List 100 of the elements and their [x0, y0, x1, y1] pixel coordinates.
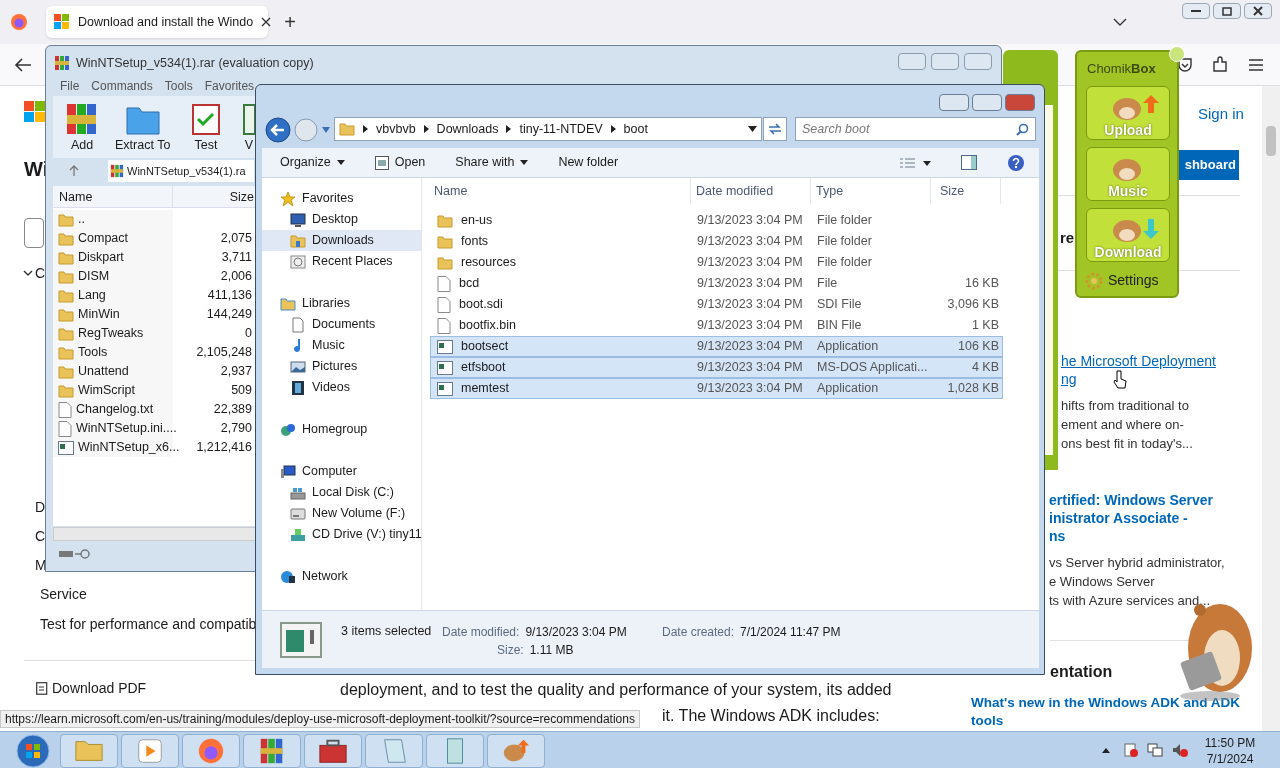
close-icon — [1253, 6, 1263, 16]
taskbar-button[interactable] — [426, 734, 484, 768]
download-pdf-link[interactable]: Download PDF — [36, 678, 147, 699]
toolbar-button[interactable]: Organize — [280, 153, 345, 172]
picture-icon — [290, 358, 306, 375]
restore-button[interactable] — [1213, 3, 1241, 19]
browser-tab[interactable]: Download and install the Windo — [46, 6, 268, 38]
column-header[interactable]: Size — [173, 186, 258, 207]
clock[interactable]: 11:50 PM 7/1/2024 — [1198, 735, 1262, 767]
folder-icon — [58, 269, 74, 284]
text-fragment: C — [35, 527, 46, 546]
column-header[interactable]: Date modified — [691, 178, 811, 204]
file-size: 2,075 — [219, 230, 253, 248]
file-row[interactable]: en-us 9/13/2023 3:04 PM File folder — [430, 210, 1003, 231]
maximize-button[interactable] — [931, 53, 959, 70]
navigation-item[interactable]: New Volume (F:) — [262, 503, 421, 524]
menu-item[interactable]: Favorites — [204, 77, 255, 95]
path-field[interactable]: WinNTSetup_v534(1).ra — [108, 160, 254, 182]
file-row[interactable]: bootsect 9/13/2023 3:04 PM Application 106 KB — [430, 336, 1003, 357]
navigation-item[interactable]: Network — [262, 566, 421, 587]
navigation-item[interactable]: Favorites — [262, 188, 421, 209]
tab-title: Download and install the Windo — [78, 13, 254, 31]
folder-icon — [58, 212, 74, 227]
navigation-item[interactable]: Libraries — [262, 293, 421, 314]
toolbar-button[interactable]: Share with — [455, 153, 529, 172]
breadcrumb[interactable]: boot — [623, 119, 648, 139]
taskbar-button[interactable] — [487, 734, 545, 768]
new-tab-button[interactable]: + — [279, 10, 301, 34]
filter-field[interactable] — [24, 218, 44, 248]
file-row[interactable]: bootfix.bin 9/13/2023 3:04 PM BIN File 1 KB — [430, 315, 1003, 336]
navigation-item[interactable]: Computer — [262, 461, 421, 482]
windows-logo-icon — [24, 101, 46, 123]
navigation-item[interactable]: Recent Places — [262, 251, 421, 272]
file-row[interactable]: memtest 9/13/2023 3:04 PM Application 1,028 KB — [430, 378, 1003, 399]
toolbar-button[interactable]: New folder — [558, 153, 619, 172]
menu-item[interactable]: Commands — [91, 77, 153, 95]
file-size: 144,249 — [205, 306, 253, 324]
file-row[interactable]: etfsboot 9/13/2023 3:04 PM MS-DOS Applicati... 4 KB — [430, 357, 1003, 378]
body-text: deployment, and to test the quality and performance of your system, its added — [340, 680, 892, 700]
file-name: Unattend — [78, 363, 129, 381]
taskbar-button[interactable] — [304, 734, 362, 768]
menu-icon — [1248, 58, 1264, 72]
column-header[interactable]: Name — [53, 186, 173, 207]
file-name: Tools — [78, 344, 108, 362]
article-link[interactable]: he Microsoft Deployment ng — [1061, 352, 1216, 388]
navigation-item[interactable]: Pictures — [262, 356, 421, 377]
breadcrumb[interactable]: vbvbvb — [376, 119, 416, 139]
navigation-item[interactable]: Music — [262, 335, 421, 356]
taskbar-button[interactable] — [243, 734, 301, 768]
maximize-button[interactable] — [972, 94, 1002, 111]
refresh-icon — [768, 123, 782, 135]
toolbar-button[interactable]: Test — [191, 102, 221, 155]
monitor-icon — [290, 211, 306, 228]
file-icon — [437, 275, 451, 292]
minimize-button[interactable] — [1182, 3, 1210, 19]
navigation-item[interactable]: Videos — [262, 377, 421, 398]
file-icon — [58, 401, 72, 418]
documentation-link[interactable]: What's new in the Windows ADK and ADK tools — [971, 694, 1241, 730]
file-row[interactable]: boot.sdi 9/13/2023 3:04 PM SDI File 3,096 KB — [430, 294, 1003, 315]
column-header[interactable]: Name — [430, 178, 691, 204]
refresh-button[interactable] — [763, 117, 787, 141]
close-button[interactable] — [1244, 3, 1272, 19]
file-row[interactable]: fonts 9/13/2023 3:04 PM File folder — [430, 231, 1003, 252]
navigation-item[interactable]: Local Disk (C:) — [262, 482, 421, 503]
navigation-item[interactable]: CD Drive (V:) tiny11 — [262, 524, 421, 545]
file-row[interactable]: resources 9/13/2023 3:04 PM File folder — [430, 252, 1003, 273]
toolbar-button[interactable]: V — [243, 102, 255, 155]
caret-right-icon — [506, 125, 512, 133]
navigation-item[interactable]: Downloads — [262, 230, 421, 251]
caret-icon — [322, 127, 330, 133]
caret-icon — [748, 126, 757, 132]
address-bar[interactable]: vbvbvb Downloads tiny-11-NTDEV boot — [334, 117, 762, 141]
navigation-item[interactable]: Documents — [262, 314, 421, 335]
file-row[interactable]: bcd 9/13/2023 3:04 PM File 16 KB — [430, 273, 1003, 294]
breadcrumb[interactable]: Downloads — [436, 119, 499, 139]
article-link[interactable]: ertified: Windows Server inistrator Associate - ns — [1049, 491, 1225, 545]
toolbar-button[interactable]: Extract To — [115, 102, 171, 155]
toolbar-button[interactable]: Add — [65, 102, 99, 155]
body-text: it. The Windows ADK includes: — [662, 706, 880, 726]
column-header[interactable]: Type — [811, 178, 931, 204]
date-modified: 9/13/2023 3:04 PM — [696, 359, 804, 377]
sign-in-link[interactable]: Sign in — [1198, 103, 1244, 126]
navigation-item[interactable]: Desktop — [262, 209, 421, 230]
file-type: File — [816, 275, 839, 293]
file-size: 2,105,248 — [195, 344, 253, 362]
settings-button[interactable]: Settings — [1085, 270, 1159, 291]
horizontal-scrollbar[interactable] — [53, 527, 258, 541]
breadcrumb[interactable]: tiny-11-NTDEV — [519, 119, 603, 139]
dashboard-button[interactable]: shboard — [1179, 150, 1239, 180]
clock-icon — [290, 253, 306, 270]
column-header[interactable]: Size — [931, 178, 1001, 204]
menu-item[interactable]: File — [60, 77, 80, 95]
search-field[interactable]: Search boot — [795, 117, 1036, 141]
file-size: 1,028 KB — [947, 380, 999, 398]
toolbar-button[interactable]: Open — [374, 153, 426, 172]
navigation-item[interactable]: Homegroup — [262, 419, 421, 440]
menu-item[interactable]: Tools — [164, 77, 193, 95]
application-preview-icon — [280, 622, 322, 658]
taskbar-button[interactable] — [121, 734, 179, 768]
taskbar-button[interactable] — [182, 734, 240, 768]
